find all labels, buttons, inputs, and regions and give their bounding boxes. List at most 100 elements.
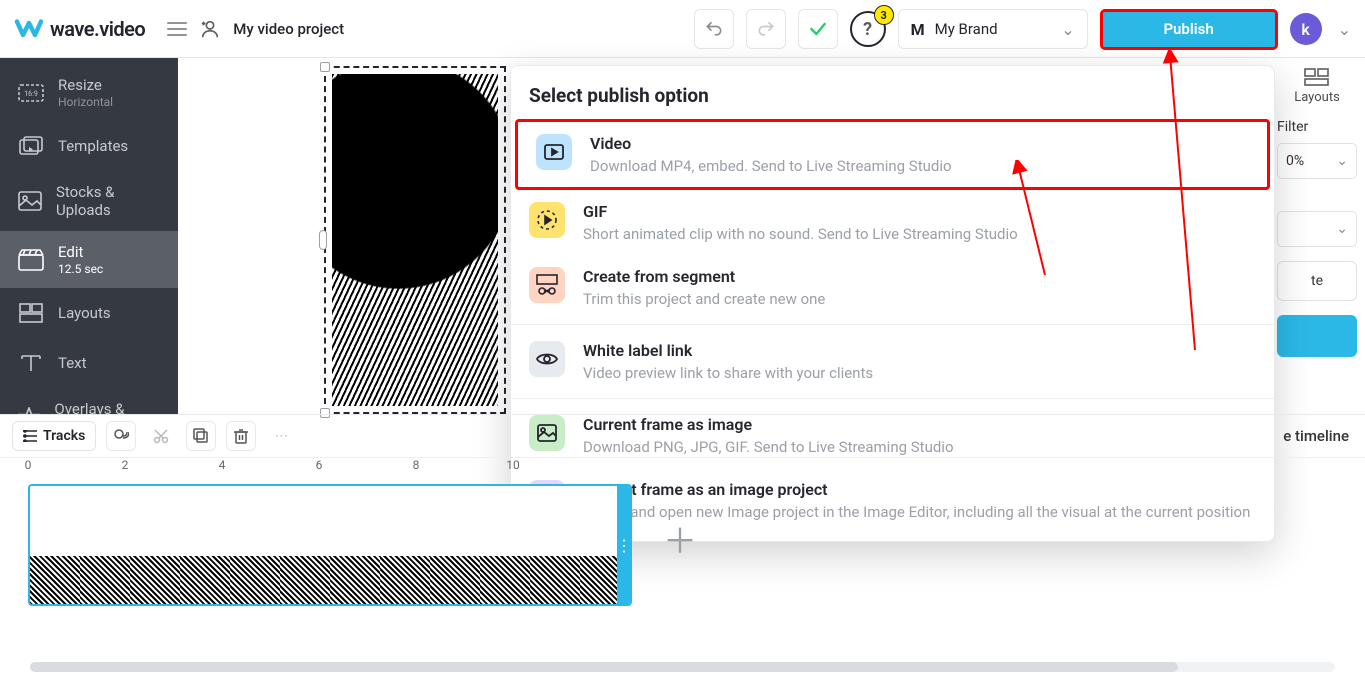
publish-option-segment[interactable]: Create from segment Trim this project and… <box>511 255 1274 320</box>
chevron-down-icon: ⌄ <box>1061 20 1074 39</box>
chevron-down-icon: ⌄ <box>1336 221 1348 237</box>
tracks-label: Tracks <box>43 428 85 444</box>
timeline-clip[interactable]: ⋮ <box>28 484 632 606</box>
templates-icon <box>18 133 44 159</box>
clip-trim-handle[interactable]: ⋮ <box>617 486 631 604</box>
sidebar-item-label: Stocks & Uploads <box>56 183 164 219</box>
resize-handle[interactable] <box>319 230 327 250</box>
sidebar-item-edit[interactable]: Edit12.5 sec <box>0 231 178 288</box>
topbar: wave.video My video project ? 3 M My Bra… <box>0 1 1365 58</box>
publish-option-video[interactable]: Video Download MP4, embed. Send to Live S… <box>515 119 1270 190</box>
option-sub: Short animated clip with no sound. Send … <box>583 225 1018 243</box>
sidebar-item-label: Layouts <box>58 304 111 322</box>
chevron-down-icon: ⌄ <box>1336 153 1348 169</box>
sidebar-item-label: Overlays & Stickers <box>54 400 164 414</box>
right-panel: Layouts Filter 0%⌄ ⌄ te <box>1273 58 1365 414</box>
option-title: White label link <box>583 341 873 360</box>
option-sub: Video preview link to share with your cl… <box>583 364 873 382</box>
sidebar-item-label: Templates <box>58 137 128 155</box>
sidebar-item-templates[interactable]: Templates <box>0 121 178 171</box>
timeline-link[interactable]: e timeline <box>1283 427 1353 445</box>
overlays-icon <box>18 405 40 414</box>
resize-handle[interactable] <box>320 62 330 72</box>
publish-option-gif[interactable]: GIF Short animated clip with no sound. Se… <box>511 190 1274 255</box>
segment-icon <box>529 267 565 303</box>
redo-button[interactable] <box>746 9 786 49</box>
avatar-letter: k <box>1301 20 1309 39</box>
horizontal-scrollbar[interactable] <box>30 662 1335 672</box>
panel-primary-button[interactable] <box>1277 315 1357 357</box>
ruler-tick: 4 <box>219 458 226 472</box>
brand-letter: M <box>911 20 925 39</box>
option-title: Create from segment <box>583 267 825 286</box>
sidebar-item-sub: 12.5 sec <box>58 262 103 276</box>
add-user-icon[interactable] <box>199 18 221 40</box>
option-title: Video <box>590 134 952 153</box>
timeline-ruler: 0 2 4 6 8 10 <box>18 458 1347 480</box>
help-button[interactable]: ? 3 <box>850 11 886 47</box>
more-button[interactable]: ⋯ <box>266 421 296 451</box>
opacity-select[interactable]: 0% ⌄ <box>1277 143 1357 179</box>
canvas-image <box>332 74 498 406</box>
edit-icon <box>18 247 44 273</box>
sidebar: 16:9 ResizeHorizontal Templates Stocks &… <box>0 58 178 414</box>
panel-button-label: te <box>1311 273 1323 289</box>
resize-icon: 16:9 <box>18 80 44 106</box>
sidebar-item-text[interactable]: Text <box>0 338 178 388</box>
separator <box>511 398 1274 399</box>
clip-thumbnails <box>30 556 632 604</box>
ruler-tick: 0 <box>25 458 32 472</box>
ruler-tick: 6 <box>316 458 323 472</box>
video-icon <box>536 134 572 170</box>
panel-button[interactable]: te <box>1277 261 1357 301</box>
cut-button[interactable] <box>146 421 176 451</box>
check-button[interactable] <box>798 9 838 49</box>
opacity-value: 0% <box>1286 153 1304 169</box>
project-title[interactable]: My video project <box>233 20 344 38</box>
ruler-tick: 2 <box>122 458 129 472</box>
timeline-toolbar: Tracks ⋯ e timeline <box>0 414 1365 458</box>
layouts-panel-label: Layouts <box>1294 90 1340 105</box>
text-icon <box>18 350 44 376</box>
delete-button[interactable] <box>226 421 256 451</box>
svg-text:16:9: 16:9 <box>24 90 38 98</box>
canvas-frame[interactable] <box>324 66 506 414</box>
popover-title: Select publish option <box>511 66 1274 119</box>
scrollbar-thumb[interactable] <box>30 662 1178 672</box>
avatar[interactable]: k <box>1290 13 1322 45</box>
track-area: ⋮ ＋ <box>18 484 1347 614</box>
publish-option-whitelabel[interactable]: White label link Video preview link to sh… <box>511 329 1274 394</box>
voice-button[interactable] <box>106 421 136 451</box>
sidebar-item-label: Resize <box>58 76 113 94</box>
publish-button[interactable]: Publish <box>1100 9 1278 50</box>
eye-icon <box>529 341 565 377</box>
sidebar-item-stocks[interactable]: Stocks & Uploads <box>0 171 178 231</box>
option-sub: Download MP4, embed. Send to Live Stream… <box>590 157 952 175</box>
logo[interactable]: wave.video <box>14 17 145 41</box>
ruler-tick: 10 <box>506 458 520 472</box>
sidebar-item-label: Edit <box>58 243 103 261</box>
tracks-button[interactable]: Tracks <box>12 421 96 451</box>
sidebar-item-resize[interactable]: 16:9 ResizeHorizontal <box>0 58 178 121</box>
option-sub: Trim this project and create new one <box>583 290 825 308</box>
help-badge: 3 <box>874 5 894 25</box>
menu-icon[interactable] <box>167 22 187 36</box>
sidebar-item-overlays[interactable]: Overlays & Stickers <box>0 388 178 414</box>
stocks-icon <box>18 188 42 214</box>
sidebar-item-sub: Horizontal <box>58 95 113 109</box>
brand-select[interactable]: M My Brand ⌄ <box>898 9 1088 49</box>
layouts-panel-button[interactable]: Layouts <box>1277 68 1357 105</box>
add-clip-button[interactable]: ＋ <box>658 520 702 564</box>
sidebar-item-layouts[interactable]: Layouts <box>0 288 178 338</box>
ruler-tick: 8 <box>413 458 420 472</box>
brand-name: My Brand <box>935 20 998 38</box>
separator <box>511 324 1274 325</box>
dropdown-field[interactable]: ⌄ <box>1277 211 1357 247</box>
gif-icon <box>529 202 565 238</box>
logo-icon <box>14 17 44 41</box>
option-title: GIF <box>583 202 1018 221</box>
layouts-icon <box>18 300 44 326</box>
undo-button[interactable] <box>694 9 734 49</box>
avatar-chevron-icon[interactable]: ⌄ <box>1338 20 1351 39</box>
copy-button[interactable] <box>186 421 216 451</box>
